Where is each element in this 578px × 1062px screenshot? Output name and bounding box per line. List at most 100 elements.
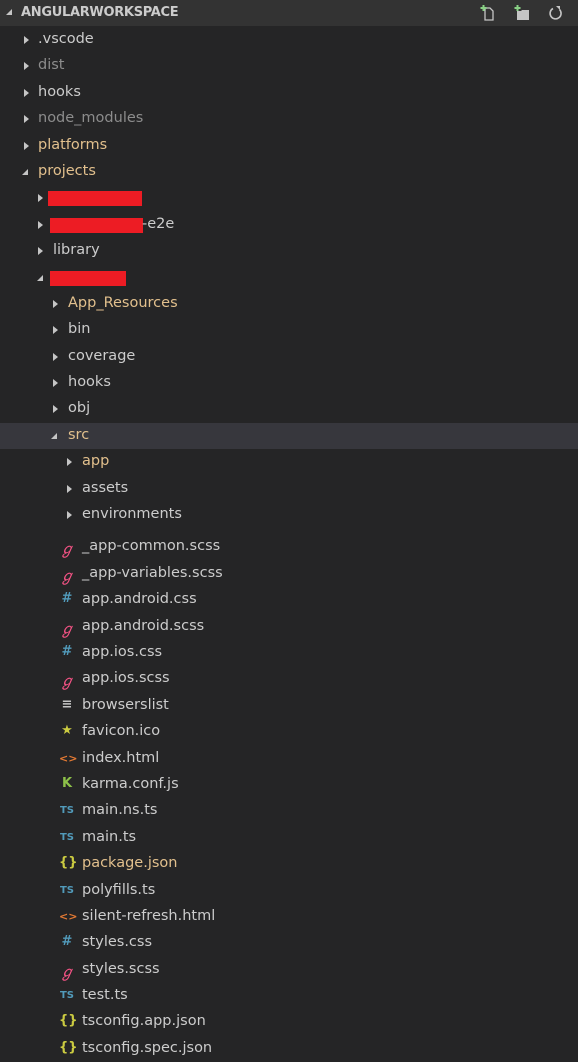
tree-item-label: obj <box>68 400 91 417</box>
refresh-button[interactable] <box>546 4 566 22</box>
chevron-right-icon[interactable] <box>53 352 58 361</box>
json-icon: {} <box>59 1013 78 1029</box>
chevron-right-icon[interactable] <box>38 194 43 203</box>
new-file-button[interactable] <box>478 4 498 22</box>
file-item[interactable]: # app.ios.css <box>0 640 578 666</box>
chevron-right-icon[interactable] <box>38 247 43 256</box>
tree-item-src[interactable]: src <box>0 422 578 450</box>
chevron-down-icon[interactable] <box>51 432 57 439</box>
tree-item-hooks[interactable]: hooks <box>0 370 578 396</box>
tree-item-label: app <box>82 453 110 470</box>
chevron-right-icon[interactable] <box>67 511 72 520</box>
tree-item-assets[interactable]: assets <box>0 476 578 502</box>
tree-item-app-resources[interactable]: App_Resources <box>0 291 578 317</box>
chevron-right-icon[interactable] <box>53 379 58 388</box>
chevron-right-icon[interactable] <box>38 220 43 229</box>
file-label: package.json <box>82 855 178 872</box>
file-label: index.html <box>82 749 160 766</box>
file-item[interactable]: <> silent-refresh.html <box>0 904 578 930</box>
chevron-right-icon[interactable] <box>24 141 29 150</box>
tree-item-dist[interactable]: dist <box>0 53 578 79</box>
karma-icon: K <box>61 775 73 791</box>
tree-item-hooks[interactable]: hooks <box>0 80 578 106</box>
file-item[interactable]: # styles.css <box>0 930 578 956</box>
chevron-right-icon[interactable] <box>53 405 58 414</box>
chevron-down-icon[interactable] <box>37 274 43 281</box>
tree-item-label: dist <box>38 57 65 74</box>
tree-item-library[interactable]: library <box>0 238 578 264</box>
file-item[interactable]: TS main.ts <box>0 825 578 851</box>
json-icon: {} <box>59 855 78 871</box>
tree-item-redacted-e2e[interactable]: -e2e <box>0 212 578 238</box>
typescript-icon: TS <box>59 990 75 1002</box>
explorer-header[interactable]: ANGULARWORKSPACE <box>0 0 578 26</box>
chevron-right-icon[interactable] <box>53 299 58 308</box>
new-folder-icon <box>514 5 529 20</box>
chevron-right-icon[interactable] <box>24 88 29 97</box>
file-item[interactable]: TS main.ns.ts <box>0 798 578 824</box>
html-icon: <> <box>59 751 78 765</box>
file-item[interactable]: TS polyfills.ts <box>0 878 578 904</box>
redaction-box <box>50 217 143 233</box>
file-item[interactable]: ℊ app.ios.scss <box>0 666 578 692</box>
file-item[interactable]: {} package.json <box>0 851 578 877</box>
file-item[interactable]: ℊ styles.scss <box>0 957 578 983</box>
chevron-right-icon[interactable] <box>67 484 72 493</box>
sass-icon: ℊ <box>59 619 75 638</box>
chevron-right-icon[interactable] <box>53 326 58 335</box>
file-label: styles.css <box>82 934 153 951</box>
tree-item-node-modules[interactable]: node_modules <box>0 106 578 132</box>
tree-item-projects[interactable]: projects <box>0 159 578 185</box>
file-item[interactable]: {} tsconfig.spec.json <box>0 1036 578 1062</box>
file-item[interactable]: ℊ app.android.scss <box>0 614 578 640</box>
sass-icon: ℊ <box>59 540 75 559</box>
chevron-right-icon[interactable] <box>24 62 29 71</box>
file-tree: .vscode dist hooks node_modules platform… <box>0 27 578 1062</box>
file-item[interactable]: # app.android.css <box>0 587 578 613</box>
chevron-down-icon[interactable] <box>22 168 28 175</box>
file-label: _app-common.scss <box>82 538 221 555</box>
redaction-box <box>50 270 126 286</box>
file-label: silent-refresh.html <box>82 907 216 924</box>
file-label: test.ts <box>82 987 128 1004</box>
new-file-icon <box>480 5 494 21</box>
file-item[interactable]: ℊ _app-common.scss <box>0 534 578 560</box>
file-item[interactable]: ★ favicon.ico <box>0 719 578 745</box>
tree-item-label: node_modules <box>38 110 144 127</box>
workspace-title: ANGULARWORKSPACE <box>21 5 179 20</box>
file-label: tsconfig.app.json <box>82 1013 206 1030</box>
chevron-right-icon[interactable] <box>24 115 29 124</box>
tree-item-label: projects <box>38 162 96 179</box>
tree-item-redacted-open-project[interactable] <box>0 265 578 291</box>
tree-item-environments[interactable]: environments <box>0 502 578 528</box>
tree-item-bin[interactable]: bin <box>0 317 578 343</box>
collapse-chevron-icon[interactable] <box>6 9 12 15</box>
file-label: polyfills.ts <box>82 881 156 898</box>
tree-item-label: src <box>68 426 90 443</box>
new-folder-button[interactable] <box>512 4 532 22</box>
chevron-right-icon[interactable] <box>24 36 29 44</box>
tree-item-vscode[interactable]: .vscode <box>0 27 578 53</box>
text-file-icon: ≡ <box>61 696 73 712</box>
file-item[interactable]: Kkarma.conf.js <box>0 772 578 798</box>
typescript-icon: TS <box>59 884 75 896</box>
sass-icon: ℊ <box>59 566 75 585</box>
css-icon: # <box>61 643 73 659</box>
tree-item-label: hooks <box>38 83 81 100</box>
file-item[interactable]: TS test.ts <box>0 983 578 1009</box>
typescript-icon: TS <box>59 805 75 817</box>
tree-item-app[interactable]: app <box>0 449 578 475</box>
file-item[interactable]: ≡ browserslist <box>0 693 578 719</box>
tree-item-label: bin <box>68 321 91 338</box>
tree-item-platforms[interactable]: platforms <box>0 133 578 159</box>
css-icon: # <box>61 591 73 607</box>
file-item[interactable]: ℊ _app-variables.scss <box>0 561 578 587</box>
file-item[interactable]: {} tsconfig.app.json <box>0 1009 578 1035</box>
file-item[interactable]: <> index.html <box>0 746 578 772</box>
sass-icon: ℊ <box>59 672 75 691</box>
tree-item-label: environments <box>82 506 182 523</box>
chevron-right-icon[interactable] <box>67 458 72 467</box>
tree-item-coverage[interactable]: coverage <box>0 344 578 370</box>
tree-item-redacted-project[interactable] <box>0 185 578 211</box>
tree-item-obj[interactable]: obj <box>0 396 578 422</box>
